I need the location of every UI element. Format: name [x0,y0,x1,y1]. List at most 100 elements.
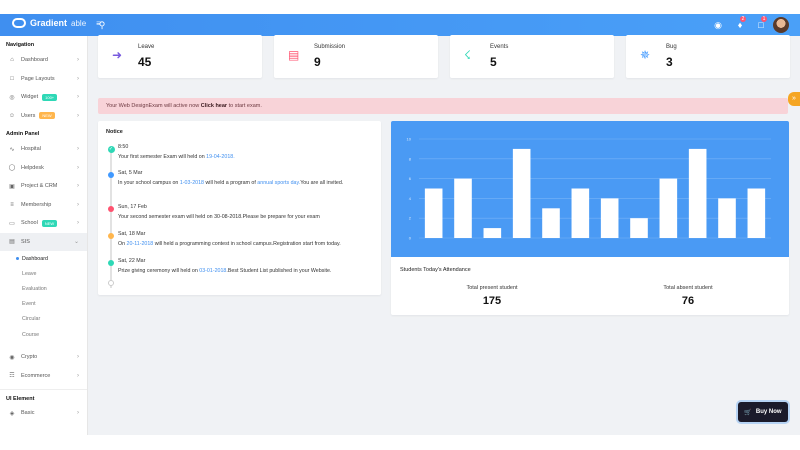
message-badge: 1 [761,16,767,22]
sidebar-item-dashboard[interactable]: ⌂ Dashboard › [0,51,87,70]
stat-label: Submission [314,44,346,50]
buy-now-label: Buy Now [755,409,782,415]
sis-subitem-label: Evaluation [22,285,47,292]
notice-link[interactable]: 19-04-2018. [206,154,235,160]
chart-bar [718,198,736,238]
sidebar-item-sis[interactable]: ▤ SIS ⌄ [0,232,87,251]
notice-link[interactable]: 1-03-2018 [180,180,204,186]
attendance-card: Students Today's Attendance Total presen… [391,257,789,315]
sidebar-item-label: SIS [21,238,30,245]
cart-icon: ☶ [9,373,15,380]
stat-card-submission: ▤ Submission 9 [274,35,438,78]
timeline-dot: ✓ [107,146,115,153]
notice-title: Notice [106,129,123,135]
chevron-right-icon: › [77,112,79,119]
alert-text: Your Web DesignExam will active now [106,103,201,109]
alert-link[interactable]: Click hear [201,103,227,109]
chevron-right-icon: › [77,57,79,64]
user-avatar[interactable] [773,17,789,33]
notice-date: Sat, 5 Mar [118,170,143,176]
absent-value: 76 [681,295,695,307]
y-tick-label: 6 [409,176,412,181]
activity-icon: ∿ [9,146,15,153]
sidebar-item-label: School [21,220,38,227]
app-window: Gradient able ≡ ⚲ ◉ ♦ 2 □ 1 Navigation ⌂ D… [0,14,800,435]
stat-label: Bug [666,44,677,50]
sis-subitem[interactable]: Event [0,297,87,312]
attendance-chart: 0 2 4 6 8 10 [391,121,789,257]
sidebar-item-helpdesk[interactable]: ◯ Helpdesk › [0,159,87,178]
present-label: Total present student [466,285,518,291]
stat-value: 3 [666,55,673,69]
sidebar-item-page-layouts[interactable]: □ Page Layouts › [0,70,87,89]
notice-text: In your school campus on 1-03-2018 will … [118,179,378,187]
sis-subitem[interactable]: Course [0,327,87,342]
sis-subitem-label: Course [22,331,40,338]
chart-bar [571,188,590,238]
sidebar-item-label: Helpdesk [21,164,44,171]
notice-date: 8:50 [118,144,129,150]
chart-bar [688,148,707,238]
brand-name: Gradient [30,18,68,28]
book-icon: ▤ [9,239,15,246]
sidebar-item-ecommerce[interactable]: ☶ Ecommerce › [0,367,87,386]
sidebar-item-label: Hospital [21,146,41,153]
settings-tab-icon[interactable]: » [788,92,800,106]
stat-card-bug: ✵ Bug 3 [626,35,790,78]
brand-mark-icon [12,18,26,28]
chevron-right-icon: › [77,164,79,171]
notice-link[interactable]: 03-01-2018 [199,268,226,274]
chevron-right-icon: › [77,146,79,153]
y-tick-label: 4 [409,196,412,201]
y-tick-label: 8 [409,156,412,161]
sidebar-item-label: Page Layouts [21,75,55,82]
globe-icon[interactable]: ◉ [712,19,724,31]
membership-icon: ≡ [10,201,14,208]
y-tick-label: 2 [409,216,412,221]
briefcase-icon: ▣ [9,183,15,190]
sidebar-item-label: Basic [21,410,35,417]
cart-icon: 🛒 [744,409,752,416]
run-icon: ☇ [464,48,471,62]
layout-icon: □ [10,75,14,82]
sidebar-item-membership[interactable]: ≡ Membership › [0,196,87,215]
basic-icon: ◈ [9,410,15,417]
sidebar-item-hospital[interactable]: ∿ Hospital › [0,140,87,159]
search-icon[interactable]: ⚲ [96,19,108,31]
chart-bar [600,198,619,238]
sidebar-item-label: Membership [21,201,52,208]
stat-label: Events [490,44,509,50]
y-tick-label: 10 [407,137,412,142]
notice-text-part: will held a program of [204,180,258,186]
chevron-right-icon: › [77,94,79,101]
sis-subitem-label: Dashboard [22,255,48,262]
help-icon: ◯ [8,165,16,172]
notice-link[interactable]: annual sports day. [257,180,300,186]
sidebar-item-widget[interactable]: ◎ Widget 100+ › [0,88,87,107]
sidebar: Navigation ⌂ Dashboard › □ Page Layouts › ◎ Widg… [0,36,88,435]
timeline-dot [108,206,114,212]
brand-logo[interactable]: Gradient able ≡ [12,18,101,28]
sidebar-item-project-crm[interactable]: ▣ Project & CRM › [0,177,87,196]
notice-text-part: Your second semester exam will held on 3… [118,214,320,220]
sidebar-item-basic[interactable]: ◈ Basic › [0,404,87,423]
sis-subitem[interactable]: Evaluation [0,281,87,296]
crypto-icon: ◉ [9,354,15,361]
sidebar-item-users[interactable]: ☺ Users NEW › [0,107,87,126]
chevron-right-icon: › [77,201,79,208]
notice-link[interactable]: 20-11-2018 [127,241,154,247]
sidebar-item-school[interactable]: ▭ School NEW › [0,214,87,233]
sis-subitem[interactable]: Circular [0,312,87,327]
stat-value: 45 [138,55,152,69]
notice-text-part: will held a programming contest in schoo… [153,241,341,247]
buy-now-button[interactable]: 🛒 Buy Now [738,402,788,422]
chevron-down-icon: ⌄ [73,239,79,246]
exam-alert: Your Web DesignExam will active now Clic… [98,98,788,114]
sidebar-item-crypto[interactable]: ◉ Crypto › [0,348,87,367]
sis-subitem[interactable]: Dashboard [0,251,87,266]
item-badge: NEW [41,219,58,227]
chart-bar [747,188,766,238]
sis-subitem[interactable]: Leave [0,266,87,281]
timeline-dot [108,172,114,178]
notice-text-part: In your school campus on [118,180,180,186]
